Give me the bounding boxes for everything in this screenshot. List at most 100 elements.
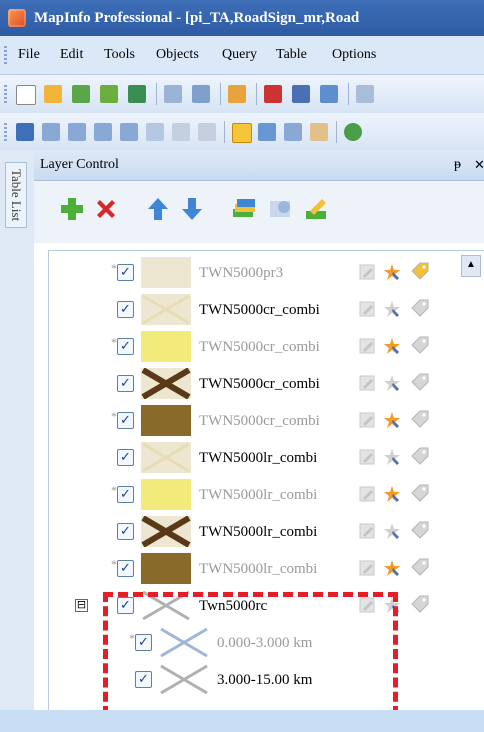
selectable-toggle-icon[interactable] <box>383 337 401 355</box>
layer-row[interactable]: * ✓ 0.000-3.000 km <box>49 625 484 661</box>
visibility-checkbox[interactable]: ✓ <box>135 634 152 651</box>
open-dbms-icon[interactable] <box>100 85 118 103</box>
editable-toggle-icon[interactable] <box>359 337 376 355</box>
open-map-icon[interactable] <box>128 85 146 103</box>
open-folder-icon[interactable] <box>228 85 246 103</box>
editable-toggle-icon[interactable] <box>359 522 376 540</box>
label-toggle-icon[interactable] <box>409 373 429 393</box>
visibility-checkbox[interactable]: ✓ <box>117 301 134 318</box>
cut-icon[interactable] <box>356 85 374 103</box>
editable-toggle-icon[interactable] <box>359 300 376 318</box>
editable-toggle-icon[interactable] <box>359 263 376 281</box>
label-toggle-icon[interactable] <box>409 521 429 541</box>
selectable-toggle-icon[interactable] <box>383 596 401 614</box>
visibility-checkbox[interactable]: ✓ <box>117 264 134 281</box>
print-icon[interactable] <box>292 85 310 103</box>
save-copy-icon[interactable] <box>192 85 210 103</box>
layer-style-swatch[interactable] <box>141 553 191 584</box>
visibility-checkbox[interactable]: ✓ <box>117 449 134 466</box>
layer-row[interactable]: * ✓ TWN5000lr_combi <box>49 477 484 513</box>
pin-icon[interactable]: ᵽ <box>454 150 461 180</box>
layer-properties-icon[interactable] <box>230 195 258 223</box>
menu-table[interactable]: Table <box>276 36 307 74</box>
editable-toggle-icon[interactable] <box>359 596 376 614</box>
editable-toggle-icon[interactable] <box>359 559 376 577</box>
invert-selection-icon[interactable] <box>146 123 164 141</box>
label-toggle-icon[interactable] <box>409 595 429 615</box>
visibility-checkbox[interactable]: ✓ <box>117 486 134 503</box>
label-toggle-icon[interactable] <box>409 410 429 430</box>
label-toggle-icon[interactable] <box>409 299 429 319</box>
layer-style-swatch[interactable] <box>141 405 191 436</box>
move-up-icon[interactable] <box>144 195 172 223</box>
add-layer-icon[interactable] <box>58 195 86 223</box>
layer-row[interactable]: ✓ TWN5000cr_combi <box>49 366 484 402</box>
save-icon[interactable] <box>164 85 182 103</box>
label-toggle-icon[interactable] <box>409 447 429 467</box>
close-icon[interactable]: ✕ <box>474 150 484 180</box>
label-toggle-icon[interactable] <box>409 558 429 578</box>
layer-style-swatch[interactable] <box>141 331 191 362</box>
layer-style-swatch[interactable] <box>141 479 191 510</box>
menu-objects[interactable]: Objects <box>156 36 199 74</box>
layer-list[interactable]: ▲ * ✓ TWN5000pr3 ✓ TWN5000cr_combi * ✓ TWN5000c… <box>48 250 484 712</box>
layer-row[interactable]: ✓ 3.000-15.00 km <box>49 662 484 698</box>
layer-style-swatch[interactable] <box>141 294 191 325</box>
layer-row[interactable]: ✓ TWN5000cr_combi <box>49 292 484 328</box>
selectable-toggle-icon[interactable] <box>383 263 401 281</box>
zoom-out-icon[interactable] <box>258 123 276 141</box>
label-toggle-icon[interactable] <box>409 336 429 356</box>
grabber-icon[interactable] <box>310 123 328 141</box>
menu-tools[interactable]: Tools <box>104 36 135 74</box>
table-list-tab[interactable]: Table List <box>5 162 27 229</box>
menu-edit[interactable]: Edit <box>60 36 83 74</box>
layer-style-swatch[interactable] <box>141 590 191 621</box>
collapse-toggle[interactable]: ⊟ <box>75 599 88 612</box>
editable-toggle-icon[interactable] <box>359 448 376 466</box>
remove-layer-icon[interactable] <box>92 195 120 223</box>
graph-icon[interactable] <box>320 85 338 103</box>
open-workspace-icon[interactable] <box>72 85 90 103</box>
editable-toggle-icon[interactable] <box>359 485 376 503</box>
selectable-toggle-icon[interactable] <box>383 485 401 503</box>
selectable-toggle-icon[interactable] <box>383 448 401 466</box>
layer-row[interactable]: * ✓ TWN5000pr3 <box>49 255 484 291</box>
graph-select-icon[interactable] <box>172 123 190 141</box>
visibility-checkbox[interactable]: ✓ <box>117 412 134 429</box>
label-toggle-icon[interactable] <box>409 484 429 504</box>
layer-style-swatch[interactable] <box>141 257 191 288</box>
marquee-select-icon[interactable] <box>42 123 60 141</box>
selectable-toggle-icon[interactable] <box>383 411 401 429</box>
selectable-toggle-icon[interactable] <box>383 522 401 540</box>
radius-select-icon[interactable] <box>68 123 86 141</box>
select-icon[interactable] <box>16 123 34 141</box>
layer-style-swatch[interactable] <box>159 627 209 658</box>
selectable-toggle-icon[interactable] <box>383 559 401 577</box>
menu-options[interactable]: Options <box>332 36 376 74</box>
new-icon[interactable] <box>16 85 36 105</box>
visibility-checkbox[interactable]: ✓ <box>117 375 134 392</box>
info-icon[interactable] <box>344 123 362 141</box>
layer-style-swatch[interactable] <box>141 368 191 399</box>
zoom-in-icon[interactable] <box>232 123 252 143</box>
visibility-checkbox[interactable]: ✓ <box>117 597 134 614</box>
menu-query[interactable]: Query <box>222 36 257 74</box>
label-toggle-icon[interactable] <box>409 262 429 282</box>
layer-style-swatch[interactable] <box>159 664 209 695</box>
change-view-icon[interactable] <box>284 123 302 141</box>
layer-row[interactable]: ✓ TWN5000lr_combi <box>49 514 484 550</box>
visibility-checkbox[interactable]: ✓ <box>135 671 152 688</box>
reorder-icon[interactable] <box>266 195 294 223</box>
visibility-checkbox[interactable]: ✓ <box>117 338 134 355</box>
new-browser-icon[interactable] <box>264 85 282 103</box>
layer-row[interactable]: * ✓ TWN5000cr_combi <box>49 403 484 439</box>
move-down-icon[interactable] <box>178 195 206 223</box>
editable-toggle-icon[interactable] <box>359 374 376 392</box>
visibility-checkbox[interactable]: ✓ <box>117 523 134 540</box>
editable-toggle-icon[interactable] <box>359 411 376 429</box>
layer-row[interactable]: ⊟ ✓ Twn5000rc <box>49 588 484 624</box>
layer-row[interactable]: ✓ TWN5000lr_combi <box>49 440 484 476</box>
boundary-select-icon[interactable] <box>120 123 138 141</box>
polygon-select-icon[interactable] <box>94 123 112 141</box>
label-settings-icon[interactable] <box>302 195 330 223</box>
